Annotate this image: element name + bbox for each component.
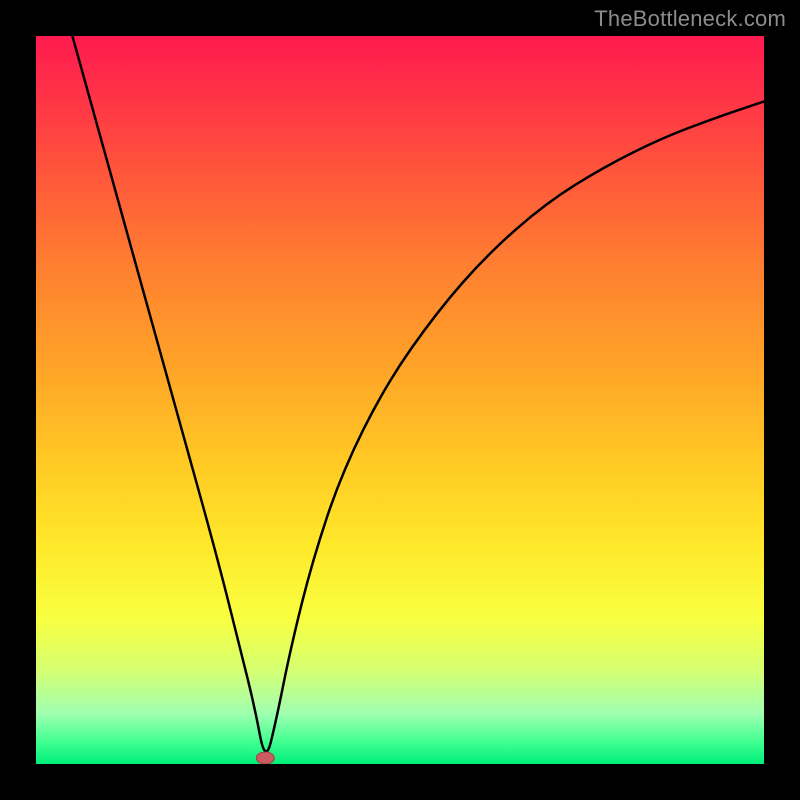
min-marker — [256, 752, 274, 764]
min-marker-layer — [36, 36, 764, 764]
plot-region — [36, 36, 764, 764]
chart-frame: TheBottleneck.com — [0, 0, 800, 800]
watermark-text: TheBottleneck.com — [594, 6, 786, 32]
